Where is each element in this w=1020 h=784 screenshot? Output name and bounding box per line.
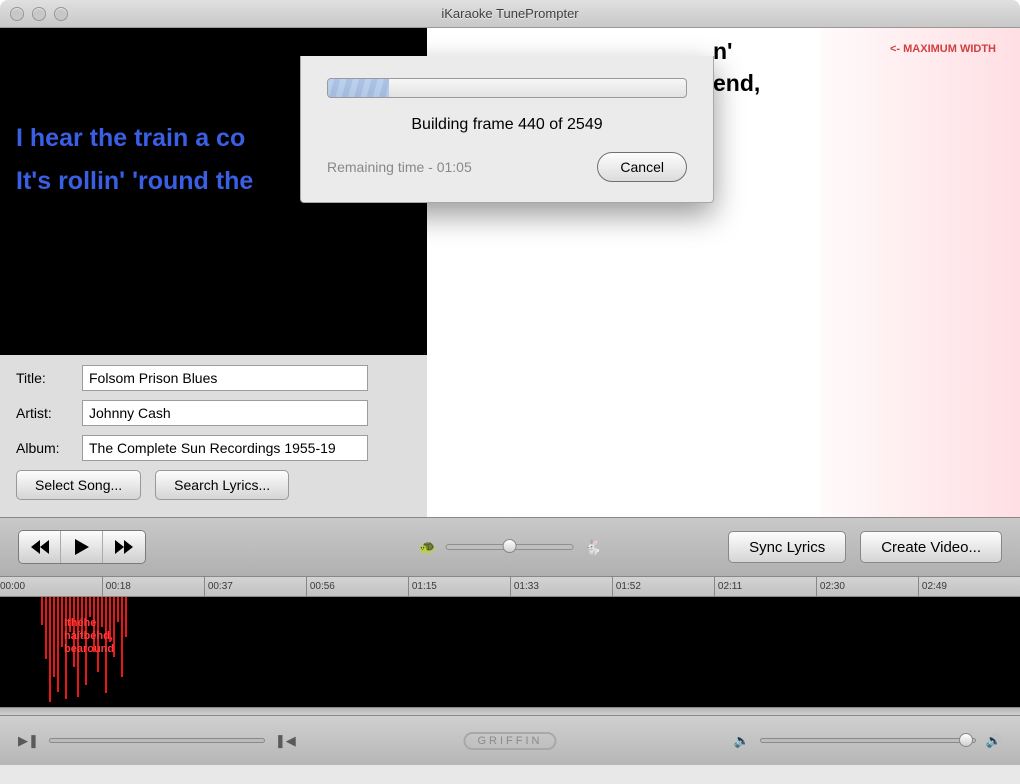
footer-bar: ▶❚ ❚◀ GRIFFIN 🔈 🔊: [0, 715, 1020, 765]
artist-label: Artist:: [16, 405, 82, 421]
play-button[interactable]: [61, 531, 103, 563]
volume-low-icon: 🔈: [734, 733, 750, 749]
album-label: Album:: [16, 440, 82, 456]
time-tick: 02:30: [816, 577, 918, 596]
window-title: iKaraoke TunePrompter: [0, 6, 1020, 21]
time-ruler[interactable]: 00:00 00:18 00:37 00:56 01:15 01:33 01:5…: [0, 577, 1020, 597]
maximum-width-indicator: [820, 28, 1020, 517]
forward-button[interactable]: [103, 531, 145, 563]
trim-slider[interactable]: [49, 738, 265, 743]
remaining-time: Remaining time - 01:05: [327, 159, 472, 175]
waveform-track[interactable]: Ithéhe háítbéhd, bearound: [0, 597, 1020, 707]
slider-knob[interactable]: [959, 733, 973, 747]
time-tick: 02:11: [714, 577, 816, 596]
create-video-button[interactable]: Create Video...: [860, 531, 1002, 563]
title-label: Title:: [16, 370, 82, 386]
progress-bar: [327, 78, 687, 98]
fast-icon: 🐇: [584, 539, 601, 556]
editor-line: n': [713, 38, 733, 65]
title-bar: iKaraoke TunePrompter: [0, 0, 1020, 28]
time-tick: 01:15: [408, 577, 510, 596]
time-tick: 00:00: [0, 577, 102, 596]
select-song-button[interactable]: Select Song...: [16, 470, 141, 500]
album-input[interactable]: [82, 435, 368, 461]
time-tick: 00:56: [306, 577, 408, 596]
editor-line: end,: [713, 70, 760, 97]
trim-end-icon: ❚◀: [275, 733, 296, 749]
time-tick: 01:33: [510, 577, 612, 596]
title-input[interactable]: [82, 365, 368, 391]
volume-high-icon: 🔊: [986, 733, 1002, 749]
slider-knob[interactable]: [503, 539, 517, 553]
time-tick: 02:49: [918, 577, 1020, 596]
sync-lyrics-button[interactable]: Sync Lyrics: [728, 531, 846, 563]
time-tick: 00:18: [102, 577, 204, 596]
trim-start-icon: ▶❚: [18, 733, 39, 749]
progress-dialog: Building frame 440 of 2549 Remaining tim…: [300, 56, 714, 203]
waveform-labels: Ithéhe háítbéhd, bearound: [64, 617, 114, 656]
speed-slider[interactable]: 🐢 🐇: [419, 539, 602, 556]
rewind-button[interactable]: [19, 531, 61, 563]
volume-slider[interactable]: [760, 738, 976, 743]
dialog-message: Building frame 440 of 2549: [327, 116, 687, 134]
slow-icon: 🐢: [419, 539, 436, 556]
cancel-button[interactable]: Cancel: [597, 152, 687, 182]
maximum-width-label: <- MAXIMUM WIDTH: [890, 43, 996, 55]
artist-input[interactable]: [82, 400, 368, 426]
time-tick: 01:52: [612, 577, 714, 596]
brand-badge: GRIFFIN: [464, 732, 557, 750]
time-tick: 00:37: [204, 577, 306, 596]
search-lyrics-button[interactable]: Search Lyrics...: [155, 470, 289, 500]
